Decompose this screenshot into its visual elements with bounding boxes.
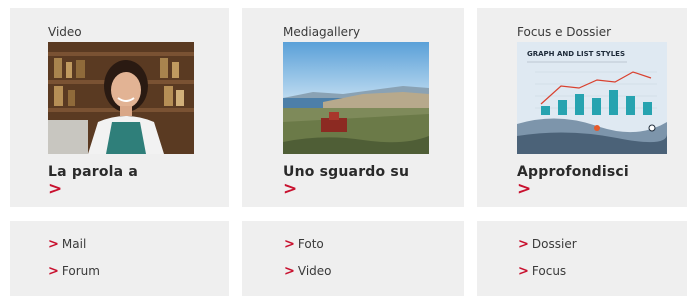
link-label: Dossier [531, 237, 577, 251]
chevron-right-icon: > [284, 237, 295, 252]
link-video[interactable]: > Video [284, 264, 332, 279]
link-label: Focus [531, 264, 567, 278]
card-title[interactable]: Uno sguardo su [283, 164, 409, 180]
mediagallery-card[interactable]: Mediagallery Uno sguardo su > [242, 8, 464, 207]
chevron-right-icon: > [518, 264, 529, 279]
links-panel-3: > Dossier > Focus [477, 221, 687, 296]
dossier-thumbnail[interactable]: GRAPH AND LIST STYLES [517, 42, 667, 154]
gallery-thumbnail[interactable] [283, 42, 429, 154]
chevron-right-icon: > [284, 264, 295, 279]
link-dossier[interactable]: > Dossier [518, 237, 577, 252]
thumb-heading: GRAPH AND LIST STYLES [527, 50, 625, 58]
card-arrow-link[interactable]: > [517, 181, 531, 198]
link-focus[interactable]: > Focus [518, 264, 566, 279]
card-title[interactable]: Approfondisci [517, 164, 629, 180]
card-arrow-link[interactable]: > [283, 181, 297, 198]
card-category: Focus e Dossier [517, 25, 612, 39]
link-foto[interactable]: > Foto [284, 237, 324, 252]
link-forum[interactable]: > Forum [48, 264, 100, 279]
link-mail[interactable]: > Mail [48, 237, 86, 252]
focus-dossier-card[interactable]: Focus e Dossier GRAPH AND LIST STYLES Ap… [477, 8, 687, 207]
link-label: Mail [61, 237, 87, 251]
video-card[interactable]: Video La parola a > [10, 8, 229, 207]
link-label: Foto [297, 237, 324, 251]
card-title[interactable]: La parola a [48, 164, 138, 180]
link-label: Video [297, 264, 332, 278]
links-panel-2: > Foto > Video [242, 221, 464, 296]
link-label: Forum [61, 264, 100, 278]
chevron-right-icon: > [48, 264, 59, 279]
video-thumbnail[interactable] [48, 42, 194, 154]
card-category: Mediagallery [283, 25, 361, 39]
chevron-right-icon: > [48, 237, 59, 252]
links-panel-1: > Mail > Forum [10, 221, 229, 296]
chevron-right-icon: > [518, 237, 529, 252]
card-arrow-link[interactable]: > [48, 181, 62, 198]
card-category: Video [48, 25, 82, 39]
